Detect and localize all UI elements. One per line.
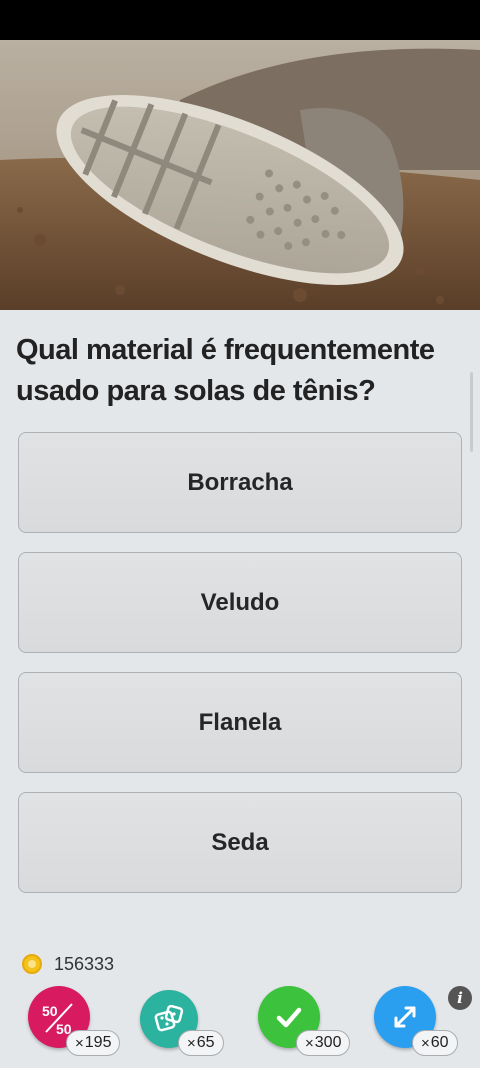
answer-option-4-label: Seda <box>211 828 269 856</box>
question-text: Qual material é frequentemente usado par… <box>16 334 435 407</box>
answer-option-2[interactable]: Veludo <box>18 552 462 653</box>
coin-icon <box>22 954 42 974</box>
answer-option-4[interactable]: Seda <box>18 792 462 893</box>
fifty-fifty-count-badge: × 195 <box>66 1030 121 1056</box>
swap-question-count-badge: × 60 <box>412 1030 458 1056</box>
badge-x: × <box>305 1034 314 1052</box>
fifty-fifty-count: 195 <box>84 1034 112 1051</box>
answer-option-3[interactable]: Flanela <box>18 672 462 773</box>
answer-option-2-label: Veludo <box>200 588 280 616</box>
swap-icon <box>394 1006 416 1028</box>
dice-count: 65 <box>196 1034 215 1051</box>
answer-option-3-label: Flanela <box>198 708 282 736</box>
dice-icon <box>154 1004 184 1032</box>
status-bar <box>0 0 480 40</box>
scrollbar[interactable] <box>470 372 473 452</box>
check-icon <box>276 1007 302 1028</box>
badge-x: × <box>421 1034 430 1052</box>
swap-question-count: 60 <box>430 1034 449 1051</box>
dice-count-badge: × 65 <box>178 1030 224 1056</box>
coin-count: 156333 <box>54 953 115 974</box>
question-image <box>0 40 480 310</box>
correct-answer-count: 300 <box>314 1034 342 1051</box>
info-icon[interactable]: i <box>448 986 472 1010</box>
coin-balance: 156333 <box>22 952 114 976</box>
answer-option-1-label: Borracha <box>187 468 293 496</box>
answer-option-1[interactable]: Borracha <box>18 432 462 533</box>
badge-x: × <box>187 1034 196 1052</box>
badge-x: × <box>75 1034 84 1052</box>
correct-answer-count-badge: × 300 <box>296 1030 351 1056</box>
fifty-top: 50 <box>42 1003 58 1019</box>
